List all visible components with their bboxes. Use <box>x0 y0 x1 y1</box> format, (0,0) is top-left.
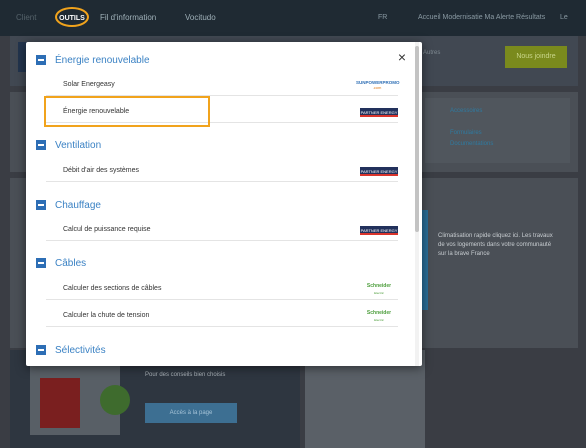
tool-label[interactable]: Débit d'air des systèmes <box>63 160 139 182</box>
collapse-icon[interactable] <box>36 140 46 150</box>
header-link[interactable]: Autres <box>423 50 440 56</box>
tool-label[interactable]: Solar Energeasy <box>63 74 115 96</box>
bullet-link-1[interactable]: Accessoires <box>450 108 482 114</box>
divider <box>46 240 398 241</box>
bullet-link-3[interactable]: Documentations <box>450 141 493 147</box>
nav-item-outils[interactable]: OUTILS <box>55 7 89 27</box>
divider <box>46 181 398 182</box>
logo-text: Electric <box>374 291 384 295</box>
tools-modal: × Énergie renouvelable Solar Energeasy S… <box>26 42 422 366</box>
partner-logo-icon: PARTNER ENERGY <box>360 167 398 176</box>
divider <box>46 326 398 327</box>
logo-text: Schneider <box>366 310 392 316</box>
section-energie[interactable]: Énergie renouvelable <box>36 53 150 67</box>
section-title: Chauffage <box>55 199 101 211</box>
collapse-icon[interactable] <box>36 55 46 65</box>
tool-label[interactable]: Calculer la chute de tension <box>63 305 149 327</box>
tool-row-puissance[interactable]: Calcul de puissance requise PARTNER ENER… <box>46 219 398 241</box>
section-selectivites[interactable]: Sélectivités <box>36 343 106 357</box>
accent-bar <box>422 210 428 310</box>
tool-label[interactable]: Calculer des sections de câbles <box>63 278 161 300</box>
account-menu[interactable]: Accueil Modernisatie Ma Alerte Résultats <box>418 0 545 36</box>
section-title: Énergie renouvelable <box>55 54 150 66</box>
contact-button[interactable]: Nous joindre <box>505 46 567 68</box>
book-cover <box>40 378 80 428</box>
logo-text: Schneider <box>366 283 392 289</box>
language-selector[interactable]: FR <box>378 0 387 36</box>
highlight-box <box>44 96 210 127</box>
section-title: Ventilation <box>55 139 102 151</box>
bullet-link-2[interactable]: Formulaires <box>450 130 482 136</box>
divider <box>46 299 398 300</box>
tool-row-chute-tension[interactable]: Calculer la chute de tension Schneider E… <box>46 305 398 327</box>
tool-label[interactable]: Calcul de puissance requise <box>63 219 151 241</box>
tool-row-solar-energeasy[interactable]: Solar Energeasy SUNPOWERPROMO .com <box>46 74 400 96</box>
collapse-icon[interactable] <box>36 345 46 355</box>
user-menu[interactable]: Le <box>560 0 568 36</box>
badge-circle <box>100 385 130 415</box>
schneider-logo-icon: Schneider Electric <box>360 283 398 296</box>
sunpower-logo-icon: SUNPOWERPROMO .com <box>356 80 400 91</box>
section-title: Câbles <box>55 257 87 269</box>
promo-caption: Pour des conseils bien choisis <box>145 372 226 378</box>
section-chauffage[interactable]: Chauffage <box>36 198 101 212</box>
logo-text: Electric <box>374 318 384 322</box>
access-page-button[interactable]: Accès à la page <box>145 403 237 423</box>
collapse-icon[interactable] <box>36 258 46 268</box>
close-icon[interactable]: × <box>398 50 406 64</box>
top-navigation-bar: Client OUTILS Fil d'information Vocitudo… <box>0 0 586 36</box>
nav-item-client[interactable]: Client <box>16 0 36 36</box>
schneider-logo-icon: Schneider Electric <box>360 310 398 323</box>
nav-item-vocitudo[interactable]: Vocitudo <box>185 0 216 36</box>
side-card <box>425 98 570 163</box>
nav-item-fil[interactable]: Fil d'information <box>100 0 156 36</box>
promo-text: Climatisation rapide cliquez ici. Les tr… <box>438 233 553 257</box>
tool-row-debit-air[interactable]: Débit d'air des systèmes PARTNER ENERGY <box>46 160 398 182</box>
section-ventilation[interactable]: Ventilation <box>36 138 101 152</box>
collapse-icon[interactable] <box>36 200 46 210</box>
section-cables[interactable]: Câbles <box>36 256 86 270</box>
partner-logo-icon: PARTNER ENERGY <box>360 108 398 117</box>
tool-row-sections-cables[interactable]: Calculer des sections de câbles Schneide… <box>46 278 398 300</box>
section-title: Sélectivités <box>55 344 106 356</box>
logo-text: .com <box>372 85 382 90</box>
modal-scrollbar-thumb[interactable] <box>415 46 419 232</box>
partner-logo-icon: PARTNER ENERGY <box>360 226 398 235</box>
